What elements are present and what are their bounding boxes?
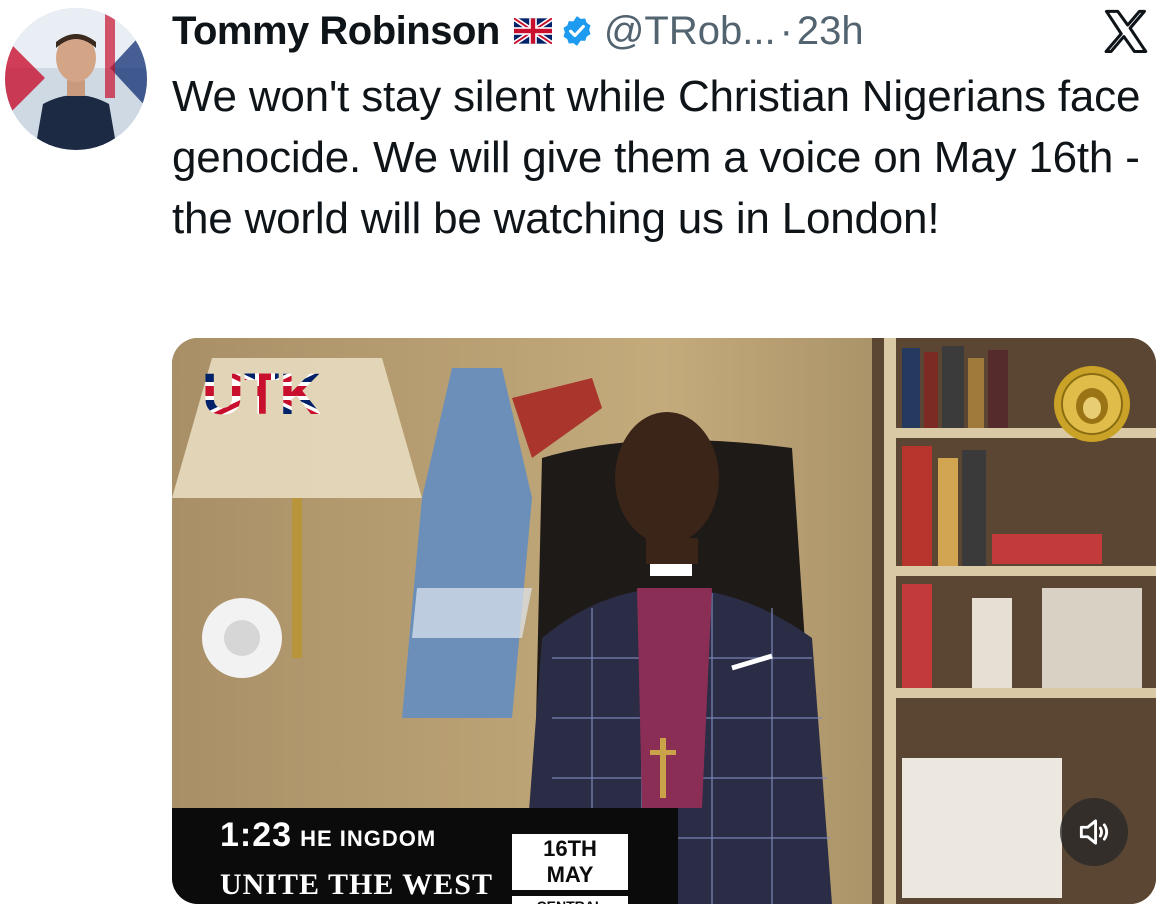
separator-dot: · (779, 8, 793, 53)
volume-button[interactable] (1060, 798, 1128, 866)
author-handle[interactable]: @TRob... (604, 9, 776, 54)
video-player[interactable]: UTK 1:23 HE INGDOM UNITE (172, 338, 1156, 904)
video-banner: 1:23 HE INGDOM UNITE THE WEST 16TH MAY C… (172, 808, 678, 904)
date-sub-text: CENTRAL LONDON (512, 896, 628, 904)
tweet-header: Tommy Robinson @TRob... · 23h (172, 2, 864, 60)
avatar[interactable] (5, 8, 147, 150)
banner-kingdom-text: HE INGDOM (300, 826, 437, 851)
lion-seal-icon (1052, 364, 1132, 444)
x-logo-icon (1100, 6, 1152, 58)
verified-badge-icon[interactable] (560, 14, 594, 48)
tweet-text: We won't stay silent while Christian Nig… (172, 72, 1141, 243)
speaker-icon (1079, 819, 1109, 845)
date-badge: 16TH MAY CENTRAL LONDON (512, 834, 628, 904)
author-name[interactable]: Tommy Robinson (172, 9, 500, 54)
timestamp[interactable]: 23h (797, 9, 864, 54)
banner-main-text: UNITE THE WEST (220, 868, 493, 901)
uk-flag-icon (512, 16, 554, 46)
utk-logo: UTK (200, 360, 330, 427)
video-duration: 1:23 (220, 816, 293, 854)
date-main-text: 16TH MAY (512, 834, 628, 890)
avatar-image (5, 8, 147, 150)
